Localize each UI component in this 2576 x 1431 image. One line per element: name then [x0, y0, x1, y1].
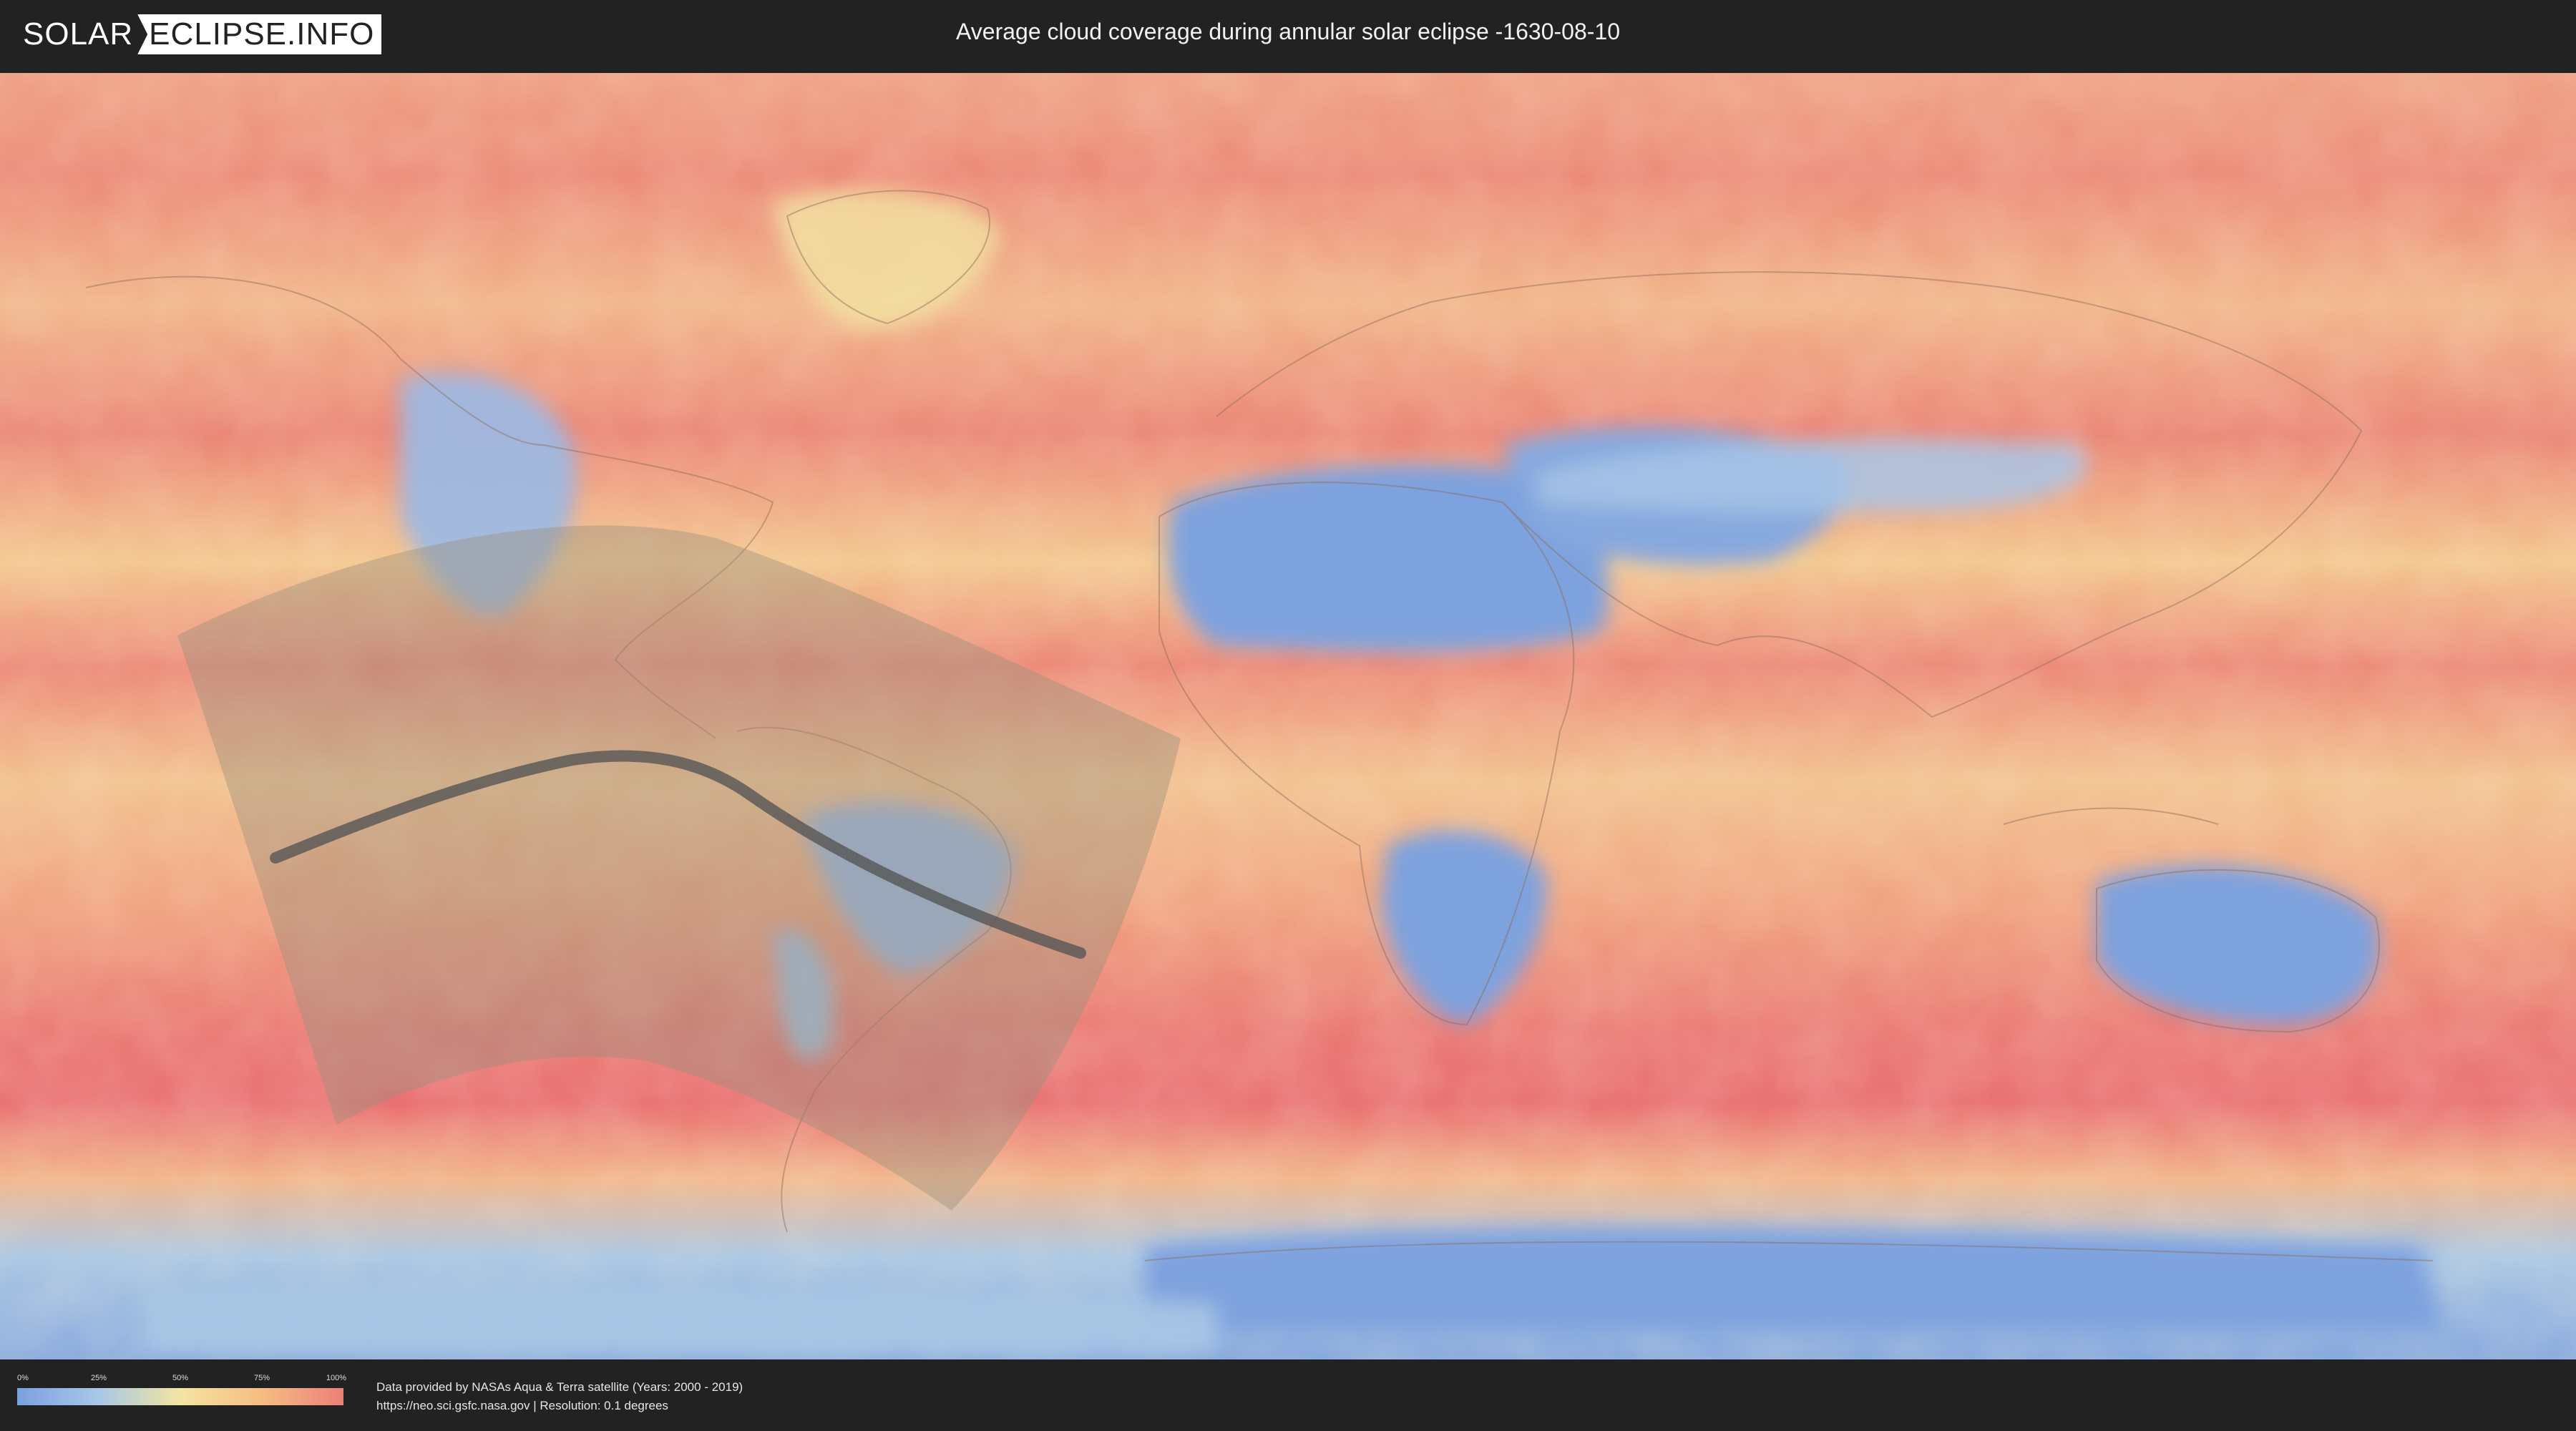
cloud-coverage-legend: 0% 25% 50% 75% 100%: [17, 1374, 347, 1417]
legend-tick-25: 25%: [90, 1374, 107, 1382]
credit-line-url: https://neo.sci.gsfc.nasa.gov | Resoluti…: [376, 1399, 668, 1412]
legend-tick-50: 50%: [172, 1374, 189, 1382]
legend-tick-100: 100%: [326, 1374, 347, 1382]
header-bar: SOLAR ECLIPSE.INFO Average cloud coverag…: [0, 0, 2576, 72]
legend-tick-0: 0%: [17, 1374, 29, 1382]
credit-line-source: Data provided by NASAs Aqua & Terra sate…: [376, 1380, 743, 1394]
page-title: Average cloud coverage during annular so…: [956, 19, 1620, 44]
legend-tick-75: 75%: [253, 1374, 270, 1382]
cloud-coverage-map[interactable]: [0, 73, 2576, 1359]
data-credits: Data provided by NASAs Aqua & Terra sate…: [376, 1378, 743, 1415]
world-map-svg: [0, 73, 2576, 1359]
legend-color-bar: [17, 1388, 343, 1405]
